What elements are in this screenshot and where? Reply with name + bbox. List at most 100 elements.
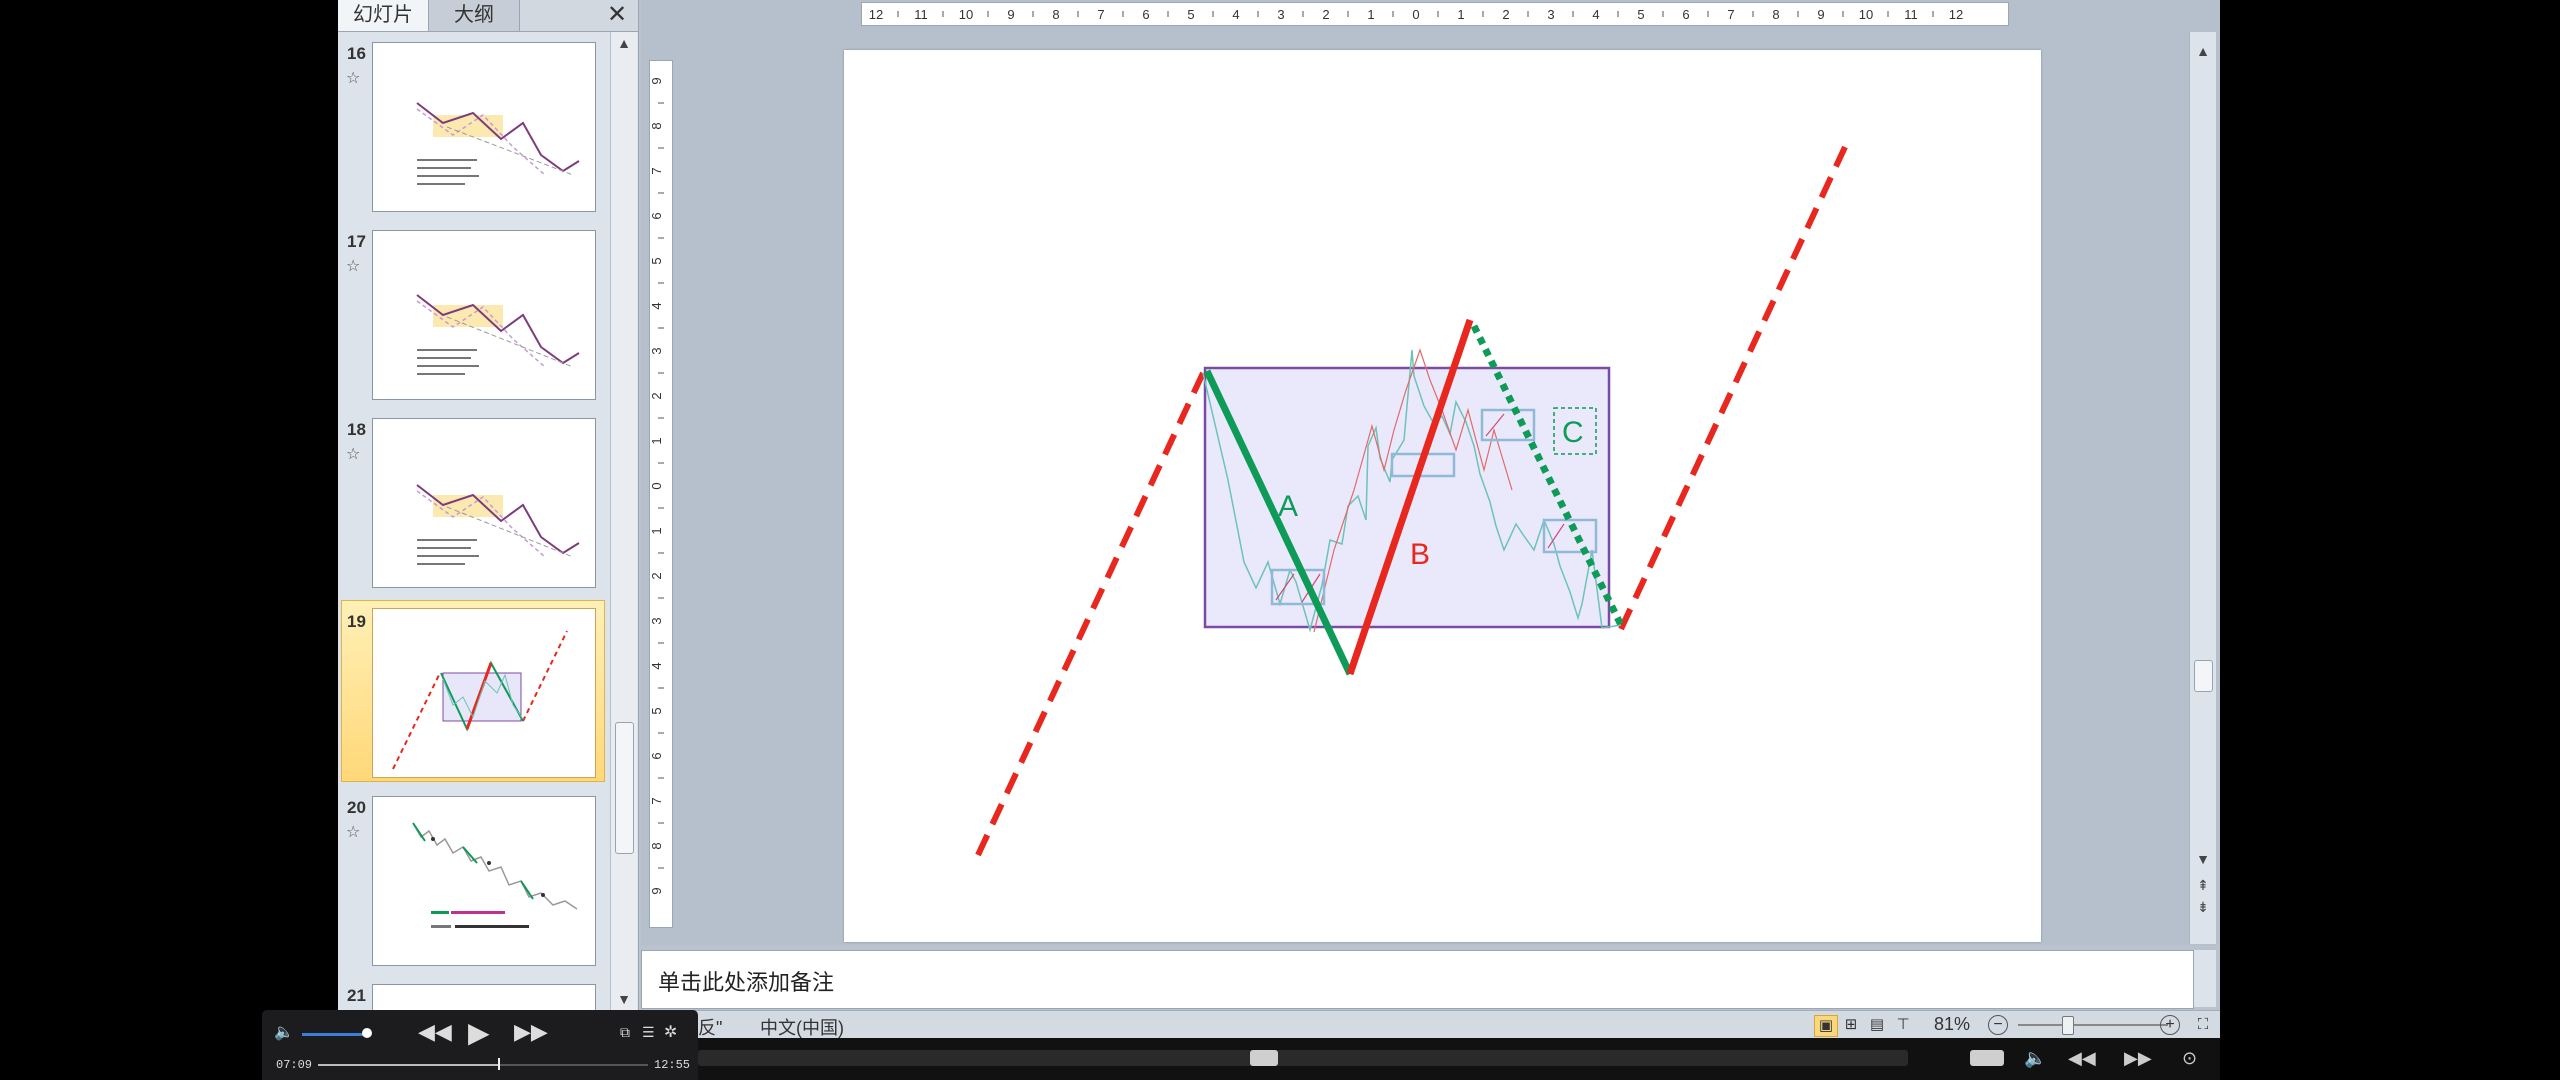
thumbnail-scrollbar[interactable]: ▲ ▼ bbox=[610, 32, 637, 1010]
slide-preview bbox=[372, 230, 596, 400]
slide-drawing: A B C bbox=[975, 145, 1848, 857]
ruler-tick-label: 7 bbox=[1727, 7, 1734, 22]
notes-pane[interactable]: 单击此处添加备注 bbox=[641, 950, 2194, 1009]
ruler-tick-label: 5 bbox=[650, 257, 664, 264]
options-icon[interactable]: ⊙ bbox=[2182, 1048, 2197, 1069]
ruler-tick-label: 8 bbox=[650, 842, 664, 849]
ruler-tick-label: 3 bbox=[650, 347, 664, 354]
slide-number: 18 bbox=[347, 420, 366, 439]
tab-outline[interactable]: 大纲 bbox=[429, 0, 520, 31]
ruler-tick-label: 2 bbox=[1322, 7, 1329, 22]
slide-show-icon[interactable]: ⊤ bbox=[1892, 1015, 1914, 1035]
slide-number: 19 bbox=[347, 612, 366, 631]
playhead[interactable] bbox=[498, 1058, 500, 1070]
slide-sorter-icon[interactable]: ⊞ bbox=[1840, 1015, 1862, 1035]
fast-forward-icon[interactable]: ▶▶ bbox=[514, 1019, 548, 1045]
slide-preview bbox=[372, 796, 596, 966]
editor-scrollbar[interactable]: ▲ ▼ ⇞ ⇟ bbox=[2189, 32, 2216, 944]
volume-icon[interactable]: 🔈 bbox=[274, 1022, 294, 1042]
slide-thumbnail-18[interactable]: 18 ☆ bbox=[338, 408, 610, 596]
zoom-slider-knob[interactable] bbox=[2062, 1016, 2074, 1035]
scroll-down-icon[interactable]: ▼ bbox=[2190, 848, 2216, 870]
ruler-tick-label: 8 bbox=[1052, 7, 1059, 22]
ruler-tick-label: 3 bbox=[1277, 7, 1284, 22]
pip-icon[interactable]: ⧉ bbox=[620, 1024, 630, 1041]
ruler-tick-label: 7 bbox=[650, 167, 664, 174]
ruler-tick-label: 11 bbox=[914, 7, 928, 22]
next-slide-icon[interactable]: ⇟ bbox=[2190, 896, 2216, 918]
ruler-tick-label: 9 bbox=[1007, 7, 1014, 22]
ruler-tick-label: 1 bbox=[1457, 7, 1464, 22]
slide-thumbnail-21[interactable]: 21 bbox=[338, 974, 610, 1010]
scroll-down-icon[interactable]: ▼ bbox=[611, 988, 637, 1010]
language-indicator[interactable]: 中文(中国) bbox=[760, 1014, 844, 1040]
zoom-in-icon[interactable]: + bbox=[2160, 1015, 2180, 1035]
tab-slides[interactable]: 幻灯片 bbox=[338, 0, 429, 31]
ruler-tick-label: 7 bbox=[1097, 7, 1104, 22]
label-b[interactable]: B bbox=[1410, 538, 1430, 571]
zoom-slider-track[interactable] bbox=[2018, 1024, 2168, 1026]
red-dashed-line-right[interactable] bbox=[1618, 145, 1848, 631]
red-dashed-line-left[interactable] bbox=[975, 371, 1206, 857]
media-progress-track[interactable] bbox=[698, 1050, 1908, 1066]
label-c[interactable]: C bbox=[1562, 416, 1584, 449]
volume-knob[interactable] bbox=[362, 1028, 372, 1038]
slide-thumbnail-list: 16 ☆ 17 ☆ 18 ☆ 19 20 ☆ 21 bbox=[338, 32, 610, 1010]
media-volume-knob[interactable] bbox=[1970, 1050, 2004, 1066]
ruler-tick-label: 9 bbox=[1817, 7, 1824, 22]
ruler-tick-label: 5 bbox=[1637, 7, 1644, 22]
zoom-out-icon[interactable]: − bbox=[1988, 1015, 2008, 1035]
playlist-icon[interactable]: ☰ bbox=[642, 1024, 655, 1041]
ruler-tick-label: 0 bbox=[650, 482, 664, 489]
previous-slide-icon[interactable]: ⇞ bbox=[2190, 874, 2216, 896]
media-bar: 🔈 ◀◀ ▶▶ ⊙ bbox=[698, 1038, 2220, 1080]
progress-fill bbox=[318, 1064, 500, 1066]
ruler-tick-label: 10 bbox=[1859, 7, 1873, 22]
slide-thumbnail-20[interactable]: 20 ☆ bbox=[338, 786, 610, 974]
ruler-tick-label: 12 bbox=[869, 7, 883, 22]
slide-thumbnail-16[interactable]: 16 ☆ bbox=[338, 32, 610, 220]
scroll-thumb[interactable] bbox=[2194, 660, 2213, 692]
ruler-tick-label: 7 bbox=[650, 797, 664, 804]
scroll-up-icon[interactable]: ▲ bbox=[2190, 40, 2216, 62]
notes-scrollbar[interactable] bbox=[2194, 950, 2216, 1007]
panel-tabs: 幻灯片 大纲 ✕ bbox=[338, 0, 638, 32]
slide-thumbnail-17[interactable]: 17 ☆ bbox=[338, 220, 610, 408]
slide-number: 17 bbox=[347, 232, 366, 251]
animation-star-icon: ☆ bbox=[346, 824, 361, 841]
media-progress-knob[interactable] bbox=[1250, 1050, 1278, 1066]
zoom-level[interactable]: 81% bbox=[1934, 1014, 1970, 1035]
ruler-tick-label: 1 bbox=[650, 437, 664, 444]
volume-slider[interactable] bbox=[302, 1033, 364, 1036]
reading-view-icon[interactable]: ▤ bbox=[1866, 1015, 1888, 1035]
horizontal-ruler: 12 11 10 9 8 7 6 5 4 3 2 1 0 1 2 3 4 5 6 7 8 9 10 11 12 bbox=[861, 2, 2009, 26]
next-icon[interactable]: ▶▶ bbox=[2124, 1048, 2152, 1069]
rewind-icon[interactable]: ◀◀ bbox=[418, 1019, 452, 1045]
video-player-controls: 🔈 ◀◀ ▶ ▶▶ ⧉ ☰ ✲ 07:09 12:55 bbox=[262, 1010, 698, 1080]
normal-view-icon[interactable]: ▣ bbox=[1814, 1015, 1838, 1037]
speaker-icon[interactable]: 🔈 bbox=[2024, 1048, 2046, 1069]
settings-icon[interactable]: ✲ bbox=[664, 1022, 677, 1042]
fit-to-window-icon[interactable]: ⛶ bbox=[2192, 1015, 2214, 1035]
play-icon[interactable]: ▶ bbox=[468, 1016, 490, 1049]
ruler-tick-label: 1 bbox=[650, 527, 664, 534]
ruler-tick-label: 3 bbox=[1547, 7, 1554, 22]
ruler-tick-label: 8 bbox=[650, 122, 664, 129]
slide-thumbnail-19[interactable]: 19 bbox=[338, 600, 610, 786]
powerpoint-window: 幻灯片 大纲 ✕ 16 ☆ 17 ☆ 18 ☆ 19 20 ☆ 21 ▲ ▼ 1… bbox=[338, 0, 2220, 1080]
ruler-tick-label: 10 bbox=[959, 7, 973, 22]
scroll-up-icon[interactable]: ▲ bbox=[611, 32, 637, 54]
ruler-tick-label: 1 bbox=[1367, 7, 1374, 22]
ruler-tick-label: 2 bbox=[650, 572, 664, 579]
ruler-tick-label: 9 bbox=[650, 77, 664, 84]
slide-canvas[interactable]: A B C bbox=[844, 50, 2041, 942]
scroll-thumb[interactable] bbox=[615, 722, 634, 854]
close-panel-icon[interactable]: ✕ bbox=[604, 0, 630, 31]
label-a[interactable]: A bbox=[1278, 490, 1298, 523]
ruler-tick-label: 5 bbox=[650, 707, 664, 714]
prev-icon[interactable]: ◀◀ bbox=[2068, 1048, 2096, 1069]
slide-number: 16 bbox=[347, 44, 366, 63]
slide-editor: 12 11 10 9 8 7 6 5 4 3 2 1 0 1 2 3 4 5 6 7 8 9 10 11 12 98765432… bbox=[641, 0, 2220, 945]
ruler-tick-label: 4 bbox=[1232, 7, 1239, 22]
ruler-tick-label: 6 bbox=[1682, 7, 1689, 22]
